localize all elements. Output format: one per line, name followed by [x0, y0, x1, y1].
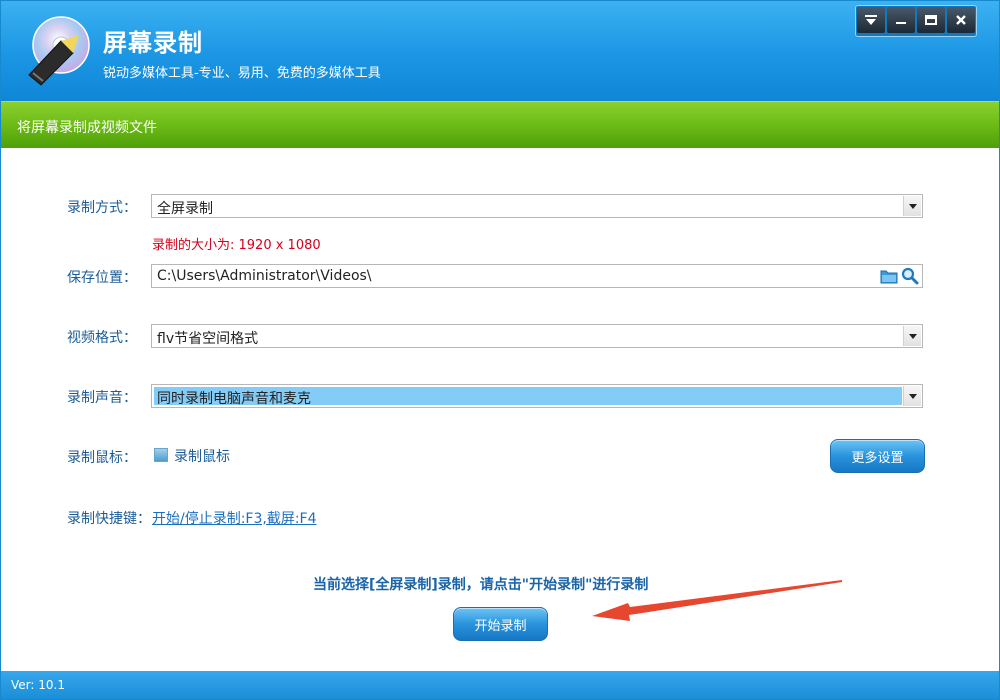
status-bar: Ver: 10.1	[1, 671, 999, 699]
version-text: Ver: 10.1	[11, 678, 65, 692]
audio-dropdown-button[interactable]	[903, 386, 921, 406]
app-logo-icon	[28, 16, 90, 86]
video-format-label: 视频格式：	[67, 330, 137, 346]
audio-value: 同时录制电脑声音和麦克	[157, 391, 311, 407]
close-button[interactable]	[947, 7, 975, 33]
close-icon	[956, 15, 966, 25]
folder-icon[interactable]	[880, 268, 898, 284]
more-settings-button[interactable]: 更多设置	[830, 439, 925, 473]
chevron-down-icon	[908, 393, 917, 399]
chevron-down-icon	[908, 333, 917, 339]
save-location-field[interactable]: C:\Users\Administrator\Videos\	[151, 264, 923, 288]
video-format-value: flv节省空间格式	[157, 331, 259, 347]
audio-select[interactable]: 同时录制电脑声音和麦克	[151, 384, 923, 408]
record-mode-label: 录制方式：	[67, 200, 137, 216]
hotkey-link[interactable]: 开始/停止录制:F3,截屏:F4	[152, 508, 317, 528]
title-bar[interactable]: 屏幕录制 锐动多媒体工具-专业、易用、免费的多媒体工具	[1, 1, 999, 101]
video-format-select[interactable]: flv节省空间格式	[151, 324, 923, 348]
record-mode-dropdown-button[interactable]	[903, 196, 921, 216]
section-banner-text: 将屏幕录制成视频文件	[17, 120, 157, 136]
minimize-icon	[896, 22, 906, 24]
audio-label: 录制声音：	[67, 390, 137, 406]
video-format-dropdown-button[interactable]	[903, 326, 921, 346]
maximize-button[interactable]	[917, 7, 945, 33]
maximize-icon	[925, 15, 937, 25]
app-title: 屏幕录制	[103, 29, 203, 57]
red-arrow-annotation	[592, 580, 842, 621]
search-icon[interactable]	[901, 267, 919, 285]
hotkey-label: 录制快捷键：	[67, 511, 151, 527]
record-mouse-checkbox[interactable]	[154, 448, 168, 462]
record-mode-value: 全屏录制	[157, 201, 213, 217]
window-controls	[855, 5, 977, 37]
record-mode-select[interactable]: 全屏录制	[151, 194, 923, 218]
mouse-label: 录制鼠标：	[67, 450, 137, 466]
app-subtitle: 锐动多媒体工具-专业、易用、免费的多媒体工具	[103, 66, 381, 81]
app-window: 屏幕录制 锐动多媒体工具-专业、易用、免费的多媒体工具 将屏幕录制成视频文件 录…	[0, 0, 1000, 700]
menu-dropdown-button[interactable]	[857, 7, 885, 33]
start-record-button[interactable]: 开始录制	[453, 607, 548, 641]
minimize-button[interactable]	[887, 7, 915, 33]
save-location-label: 保存位置：	[67, 270, 137, 286]
menu-dropdown-icon	[865, 15, 877, 25]
chevron-down-icon	[908, 203, 917, 209]
record-size-info: 录制的大小为: 1920 x 1080	[152, 238, 321, 253]
save-location-value: C:\Users\Administrator\Videos\	[157, 268, 372, 284]
record-mouse-checkbox-label[interactable]: 录制鼠标	[174, 446, 230, 466]
section-banner: 将屏幕录制成视频文件	[1, 101, 999, 148]
